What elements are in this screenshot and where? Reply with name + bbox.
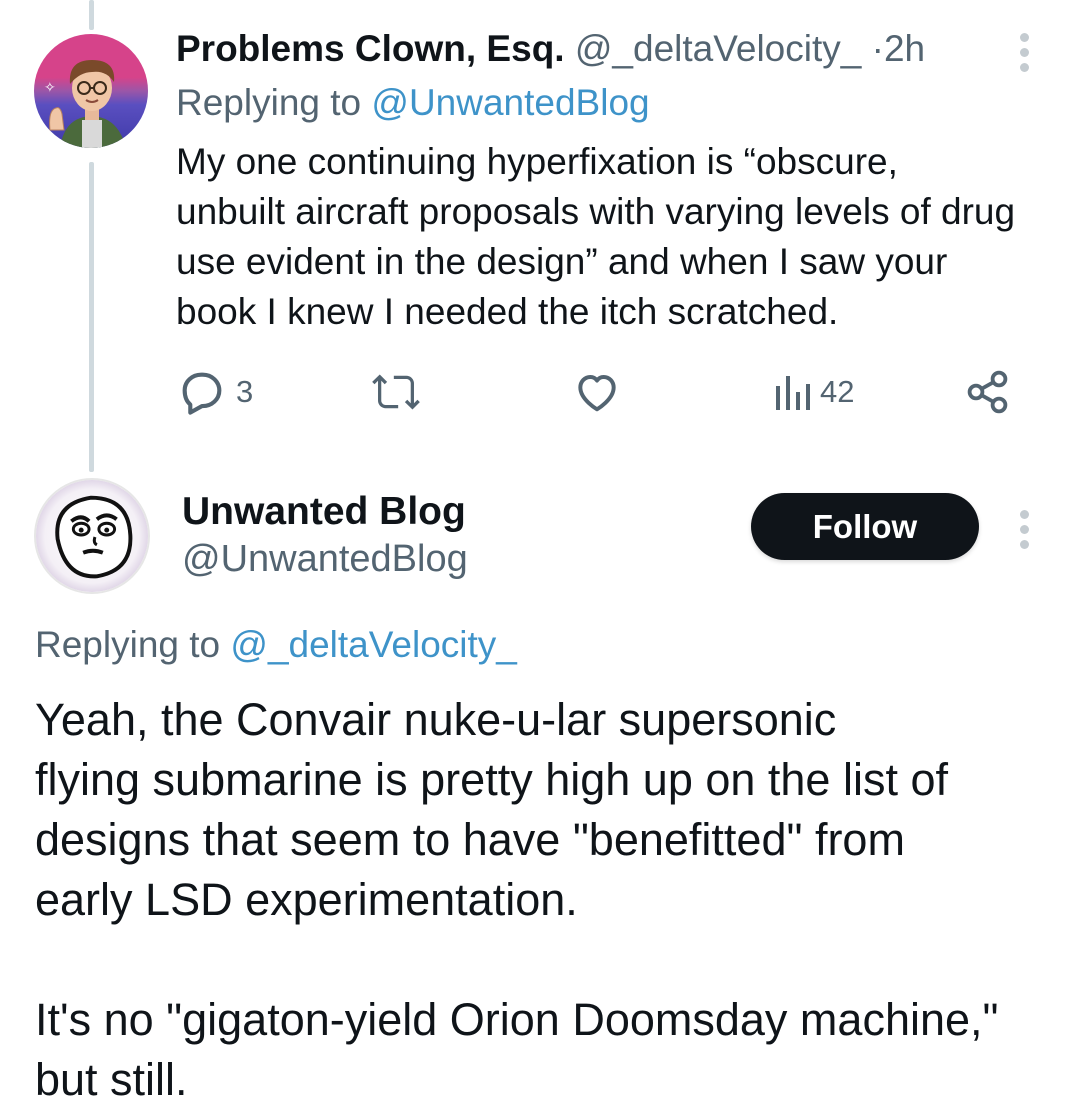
share-icon — [967, 370, 1008, 414]
thread-line — [89, 162, 94, 472]
reply-icon — [182, 372, 222, 415]
text-line: Yeah, the Convair nuke-u-lar supersonic — [35, 694, 837, 745]
avatar-unwanted-blog[interactable] — [34, 478, 150, 594]
avatar-problems-clown[interactable]: ✧ — [34, 34, 148, 148]
reply-tweet-header: Problems Clown, Esq. @_deltaVelocity_ ·2… — [176, 22, 925, 76]
separator-dot: · — [871, 28, 884, 69]
text-line: book I knew I needed the itch scratched. — [176, 291, 839, 332]
tweet-time[interactable]: 2h — [884, 28, 925, 69]
text-line: It's no "gigaton-yield Orion Doomsday ma… — [35, 994, 999, 1045]
views-button[interactable]: 42 — [772, 362, 854, 422]
replying-to: Replying to @UnwantedBlog — [176, 76, 650, 130]
author-handle[interactable]: @_deltaVelocity_ — [575, 28, 861, 69]
like-button[interactable] — [572, 362, 622, 422]
reply-tweet-text: My one continuing hyperfixation is “obsc… — [176, 137, 1061, 337]
text-line: use evident in the design” and when I sa… — [176, 241, 948, 282]
tweet-actions-bar: 3 42 — [176, 362, 1056, 422]
more-icon[interactable] — [1017, 33, 1031, 72]
like-icon — [578, 375, 616, 412]
text-line: but still. — [35, 1054, 188, 1105]
views-icon — [776, 376, 810, 410]
replying-to-label: Replying to — [176, 82, 362, 123]
reply-button[interactable]: 3 — [176, 362, 253, 422]
author-handle[interactable]: @UnwantedBlog — [182, 532, 468, 586]
text-line: unbuilt aircraft proposals with varying … — [176, 191, 1016, 232]
follow-button[interactable]: Follow — [751, 493, 979, 560]
view-count: 42 — [820, 374, 855, 409]
author-name[interactable]: Problems Clown, Esq. — [176, 28, 565, 69]
text-line: early LSD experimentation. — [35, 874, 578, 925]
author-name[interactable]: Unwanted Blog — [182, 485, 466, 539]
text-line: designs that seem to have "benefitted" f… — [35, 814, 905, 865]
retweet-icon — [372, 374, 420, 410]
retweet-button[interactable] — [368, 362, 424, 422]
svg-text:✧: ✧ — [44, 80, 56, 96]
text-line: My one continuing hyperfixation is “obsc… — [176, 141, 898, 182]
replying-to-handle[interactable]: @UnwantedBlog — [371, 82, 649, 123]
replying-to-label: Replying to — [35, 624, 221, 665]
reply-count: 3 — [236, 374, 254, 409]
replying-to: Replying to @_deltaVelocity_ — [35, 618, 517, 672]
main-tweet-text: Yeah, the Convair nuke-u-lar supersonic … — [35, 690, 1065, 1110]
share-button[interactable] — [964, 362, 1012, 422]
thread-line-top — [89, 0, 94, 30]
replying-to-handle[interactable]: @_deltaVelocity_ — [230, 624, 516, 665]
more-icon[interactable] — [1017, 510, 1031, 549]
text-line: flying submarine is pretty high up on th… — [35, 754, 948, 805]
